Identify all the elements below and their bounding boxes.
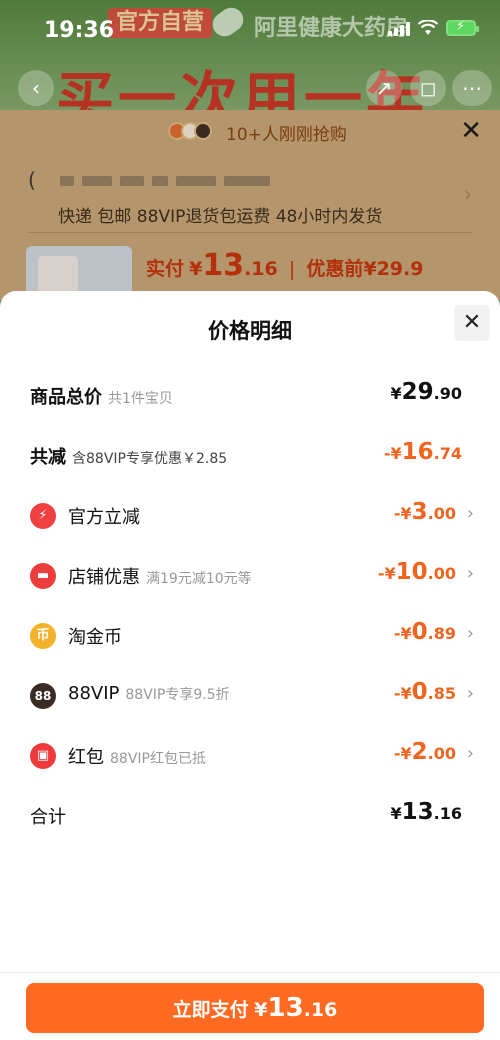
row-amount: -¥10.00: [377, 559, 456, 585]
row-label: 共减: [30, 447, 66, 468]
red-envelope-icon: ▣: [30, 743, 56, 769]
pay-button-dec: .16: [303, 999, 338, 1021]
row-amount: -¥16.74: [383, 439, 462, 465]
pay-int: 13: [202, 248, 245, 283]
sheet-title: 价格明细: [208, 319, 292, 343]
wifi-icon: [418, 20, 438, 35]
back-button[interactable]: ‹: [18, 70, 54, 106]
chevron-right-icon: ›: [466, 563, 474, 584]
more-button[interactable]: ⋯: [452, 70, 492, 106]
coin-icon: 币: [30, 623, 56, 649]
shipping-info: 快递 包邮 88VIP退货包运费 48小时内发货: [58, 207, 383, 227]
signal-icon: [388, 20, 410, 36]
row-label: 红包: [68, 747, 104, 768]
red-envelope-row[interactable]: ▣ 红包 88VIP红包已抵 -¥2.00 ›: [30, 735, 474, 775]
row-amount: -¥0.85: [393, 679, 456, 705]
chevron-right-icon: ›: [464, 182, 472, 206]
pay-label: 实付: [146, 258, 185, 280]
row-note: 含88VIP专享优惠￥2.85: [72, 451, 228, 467]
pay-dec: .16: [244, 258, 278, 280]
pay-button-label: 立即支付: [172, 999, 249, 1021]
row-label: 官方立减: [68, 507, 140, 528]
location-icon: (: [28, 168, 36, 192]
status-time: 19:36: [44, 18, 115, 43]
divider: [0, 972, 500, 973]
address-blurred: [60, 176, 74, 186]
pay-summary: 实付 ¥13.16 | 优惠前¥29.9: [146, 248, 424, 283]
back-icon: ‹: [32, 76, 40, 100]
pay-button-int: 13: [267, 993, 304, 1023]
chevron-right-icon: ›: [466, 503, 474, 524]
order-card: 10+人刚刚抢购 ✕ ( › 快递 包邮 88VIP退货包运费 48小时内发货 …: [0, 110, 500, 302]
row-amount: -¥0.89: [393, 619, 456, 645]
pay-currency: ¥: [189, 258, 203, 280]
cart-icon: ◻: [419, 76, 437, 100]
pay-button-currency: ¥: [254, 999, 268, 1021]
grab-count-text: 10+人刚刚抢购: [226, 125, 347, 145]
address-blurred: [176, 176, 216, 186]
cart-button[interactable]: ◻: [410, 70, 446, 106]
chevron-right-icon: ›: [466, 683, 474, 704]
total-discount-row: 共减 含88VIP专享优惠￥2.85 -¥16.74: [30, 435, 474, 475]
row-amount: ¥29.90: [390, 379, 463, 405]
row-amount: -¥2.00: [393, 739, 456, 765]
status-bar: 19:36 ⚡: [0, 0, 500, 62]
row-amount: ¥13.16: [390, 799, 463, 825]
close-icon[interactable]: ✕: [460, 116, 482, 146]
grand-total-row: 合计 ¥13.16: [30, 795, 474, 835]
goods-total-row: 商品总价 共1件宝贝 ¥29.90: [30, 375, 474, 415]
shop-discount-row[interactable]: ▬ 店铺优惠 满19元减10元等 -¥10.00 ›: [30, 555, 474, 595]
address-blurred: [152, 176, 168, 186]
shop-icon: ▬: [30, 563, 56, 589]
close-button[interactable]: ✕: [454, 305, 490, 341]
status-icons: ⚡: [388, 19, 479, 36]
order-card-header: 10+人刚刚抢购 ✕: [0, 110, 500, 156]
share-icon: ↗: [375, 76, 393, 100]
row-note: 88VIP专享9.5折: [125, 687, 230, 703]
before-discount: 优惠前¥29.9: [306, 258, 424, 280]
row-label: 合计: [30, 807, 66, 828]
row-label: 店铺优惠: [68, 567, 140, 588]
lightning-icon: ⚡: [30, 503, 56, 529]
buyer-avatars: [168, 122, 212, 140]
share-button[interactable]: ↗: [366, 70, 402, 106]
address-blurred: [224, 176, 270, 186]
row-note: 共1件宝贝: [108, 391, 173, 407]
official-discount-row[interactable]: ⚡ 官方立减 -¥3.00 ›: [30, 495, 474, 535]
address-blurred: [82, 176, 112, 186]
price-detail-sheet: 价格明细 ✕ 商品总价 共1件宝贝 ¥29.90 共减 含88VIP专享优惠￥2.8…: [0, 291, 500, 1040]
row-amount: -¥3.00: [393, 499, 456, 525]
pay-now-button[interactable]: 立即支付 ¥13.16: [26, 983, 484, 1033]
vip88-icon: 88: [30, 683, 56, 709]
more-icon: ⋯: [462, 76, 482, 100]
vip88-row[interactable]: 88 88VIP 88VIP专享9.5折 -¥0.85 ›: [30, 675, 474, 715]
row-note: 满19元减10元等: [146, 571, 252, 587]
battery-icon: ⚡: [446, 19, 479, 36]
chevron-right-icon: ›: [466, 623, 474, 644]
divider: [28, 232, 472, 233]
taobao-coin-row[interactable]: 币 淘金币 -¥0.89 ›: [30, 615, 474, 655]
address-blurred: [120, 176, 144, 186]
close-icon: ✕: [462, 310, 482, 335]
row-label: 商品总价: [30, 387, 102, 408]
row-note: 88VIP红包已抵: [110, 751, 206, 767]
row-label: 淘金币: [68, 627, 122, 648]
row-label: 88VIP: [68, 683, 120, 704]
chevron-right-icon: ›: [466, 743, 474, 764]
